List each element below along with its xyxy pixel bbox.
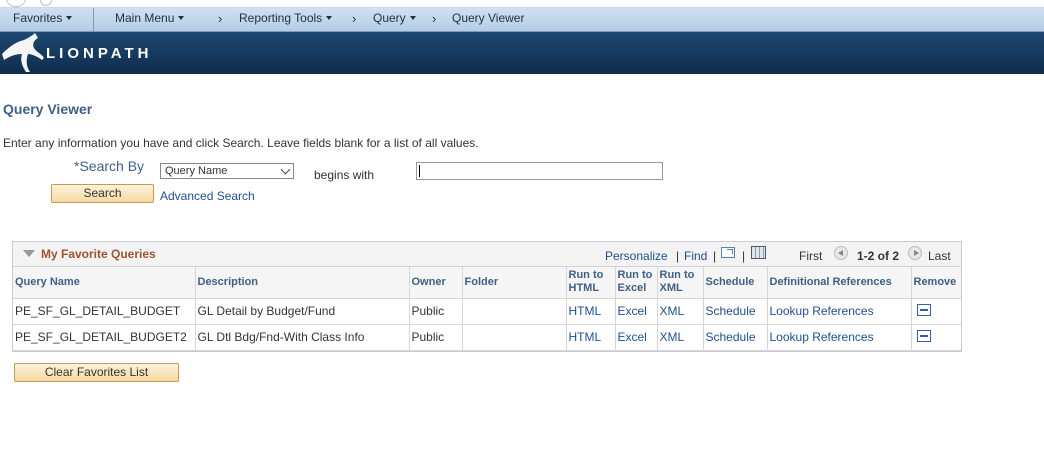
breadcrumb-chevron-icon: › [432, 11, 437, 26]
col-schedule: Schedule [703, 267, 768, 299]
remove-row-icon[interactable] [916, 303, 931, 316]
brand-name: LIONPATH [46, 45, 153, 62]
lookup-references-link[interactable]: Lookup References [767, 298, 912, 325]
cell-description: GL Dtl Bdg/Fnd-With Class Info [195, 324, 410, 351]
col-remove: Remove [911, 267, 961, 299]
search-input[interactable] [416, 162, 663, 180]
col-run-html-line2: HTML [568, 282, 600, 295]
col-owner[interactable]: Owner [409, 267, 463, 299]
cell-query-name: PE_SF_GL_DETAIL_BUDGET [13, 298, 196, 325]
grid-header-bar: My Favorite Queries Personalize | Find |… [13, 242, 961, 267]
advanced-search-link[interactable]: Advanced Search [160, 189, 255, 203]
nav-query[interactable]: Query [373, 8, 416, 31]
browser-top-strip [0, 0, 1044, 8]
run-excel-link[interactable]: Excel [615, 324, 658, 351]
nav-main-menu[interactable]: Main Menu [115, 8, 185, 31]
col-run-excel: Run to Excel [615, 267, 658, 299]
download-spreadsheet-icon[interactable] [751, 246, 766, 259]
favorite-queries-grid: My Favorite Queries Personalize | Find |… [12, 241, 962, 352]
search-by-select-value: Query Name [165, 165, 228, 177]
browser-back-icon[interactable] [6, 0, 26, 7]
col-run-xml-line2: XML [659, 282, 683, 295]
col-run-xml-line1: Run to [659, 269, 695, 282]
lion-logo-icon [2, 33, 44, 72]
table-row: PE_SF_GL_DETAIL_BUDGET GL Detail by Budg… [13, 298, 961, 325]
cell-remove [911, 324, 961, 351]
col-folder[interactable]: Folder [462, 267, 567, 299]
favorites-table: Query Name Description Owner Folder Run … [13, 267, 961, 351]
cell-owner: Public [409, 324, 463, 351]
nav-query-viewer[interactable]: Query Viewer [452, 8, 524, 31]
cell-remove [911, 298, 961, 325]
nav-reporting-tools-label: Reporting Tools [239, 11, 323, 25]
browser-forward-icon[interactable] [40, 0, 52, 6]
col-run-html: Run to HTML [566, 267, 616, 299]
search-by-select[interactable]: Query Name [160, 163, 294, 179]
schedule-link[interactable]: Schedule [703, 298, 768, 325]
col-run-excel-line2: Excel [617, 282, 647, 295]
nav-query-label: Query [373, 11, 406, 25]
find-link[interactable]: Find [684, 249, 707, 263]
search-by-label: *Search By [74, 158, 145, 174]
previous-page-icon[interactable] [834, 246, 848, 260]
personalize-link[interactable]: Personalize [605, 249, 668, 263]
clear-favorites-button[interactable]: Clear Favorites List [14, 363, 179, 382]
col-run-excel-line1: Run to [617, 269, 653, 282]
chevron-down-icon [178, 16, 185, 20]
col-run-html-line1: Run to [568, 269, 604, 282]
collapse-triangle-icon[interactable] [23, 250, 35, 257]
row-count: 1-2 of 2 [857, 249, 900, 263]
chevron-down-icon [326, 16, 333, 20]
last-link[interactable]: Last [928, 249, 951, 263]
view-all-icon[interactable] [721, 247, 735, 258]
schedule-link[interactable]: Schedule [703, 324, 768, 351]
text-cursor [419, 165, 420, 177]
chevron-down-icon [280, 164, 291, 175]
run-html-link[interactable]: HTML [566, 324, 616, 351]
grid-title: My Favorite Queries [41, 247, 156, 261]
run-html-link[interactable]: HTML [566, 298, 616, 325]
lookup-references-link[interactable]: Lookup References [767, 324, 912, 351]
cell-folder [462, 324, 567, 351]
grid-pipe-separator: | [676, 249, 680, 263]
cell-folder [462, 298, 567, 325]
nav-separator [93, 8, 94, 31]
chevron-down-icon [66, 16, 73, 20]
nav-main-menu-label: Main Menu [115, 11, 175, 25]
col-run-xml: Run to XML [657, 267, 704, 299]
table-header-row: Query Name Description Owner Folder Run … [13, 267, 961, 299]
col-description[interactable]: Description [195, 267, 410, 299]
run-xml-link[interactable]: XML [657, 298, 704, 325]
page-instructions: Enter any information you have and click… [3, 136, 479, 150]
nav-favorites-label: Favorites [13, 11, 63, 25]
nav-bar: Favorites Main Menu › Reporting Tools › … [0, 8, 1044, 32]
cell-owner: Public [409, 298, 463, 325]
run-excel-link[interactable]: Excel [615, 298, 658, 325]
page-title: Query Viewer [3, 101, 93, 117]
remove-row-icon[interactable] [916, 329, 931, 342]
breadcrumb-chevron-icon: › [352, 11, 357, 26]
chevron-down-icon [409, 16, 416, 20]
first-link[interactable]: First [799, 249, 822, 263]
brand-banner: LIONPATH [0, 32, 1044, 74]
breadcrumb-chevron-icon: › [218, 11, 223, 26]
grid-pipe-separator: | [742, 249, 746, 263]
col-definitional-references: Definitional References [767, 267, 912, 299]
cell-description: GL Detail by Budget/Fund [195, 298, 410, 325]
cell-query-name: PE_SF_GL_DETAIL_BUDGET2 [13, 324, 196, 351]
grid-pipe-separator: | [713, 249, 717, 263]
col-query-name[interactable]: Query Name [13, 267, 196, 299]
search-button[interactable]: Search [51, 184, 154, 203]
operator-label: begins with [314, 168, 375, 182]
run-xml-link[interactable]: XML [657, 324, 704, 351]
table-row: PE_SF_GL_DETAIL_BUDGET2 GL Dtl Bdg/Fnd-W… [13, 324, 961, 351]
next-page-icon[interactable] [908, 246, 922, 260]
nav-reporting-tools[interactable]: Reporting Tools [239, 8, 333, 31]
nav-favorites[interactable]: Favorites [13, 8, 73, 31]
